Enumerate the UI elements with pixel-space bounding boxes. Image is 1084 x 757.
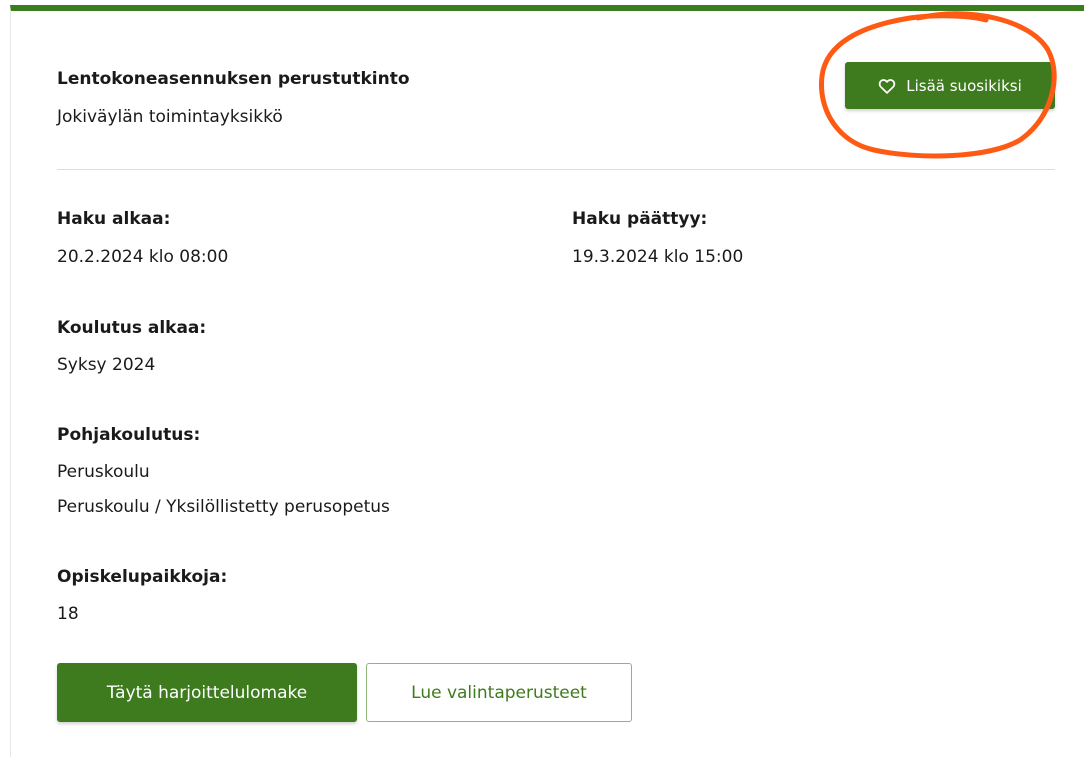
header-divider — [57, 169, 1055, 170]
study-places-value: 18 — [57, 604, 79, 624]
fill-practice-form-button[interactable]: Täytä harjoittelulomake — [57, 663, 357, 722]
program-title: Lentokoneasennuksen perustutkinto — [57, 69, 410, 89]
base-education-label: Pohjakoulutus: — [57, 425, 201, 445]
training-start-label: Koulutus alkaa: — [57, 318, 207, 338]
heart-outline-icon — [878, 78, 896, 94]
add-favorite-button[interactable]: Lisää suosikiksi — [845, 62, 1055, 109]
training-start-value: Syksy 2024 — [57, 355, 156, 375]
study-places-label: Opiskelupaikkoja: — [57, 567, 228, 587]
base-education-item: Peruskoulu / Yksilöllistetty perusopetus — [57, 497, 390, 517]
application-start-value: 20.2.2024 klo 08:00 — [57, 247, 229, 267]
application-start-label: Haku alkaa: — [57, 209, 171, 229]
program-unit: Jokiväylän toimintayksikkö — [57, 107, 283, 127]
application-end-value: 19.3.2024 klo 15:00 — [572, 247, 744, 267]
read-selection-criteria-button[interactable]: Lue valintaperusteet — [366, 663, 632, 722]
add-favorite-label: Lisää suosikiksi — [906, 76, 1022, 95]
base-education-item: Peruskoulu — [57, 462, 150, 482]
application-end-label: Haku päättyy: — [572, 209, 708, 229]
application-card: Lentokoneasennuksen perustutkinto Jokivä… — [10, 5, 1084, 757]
